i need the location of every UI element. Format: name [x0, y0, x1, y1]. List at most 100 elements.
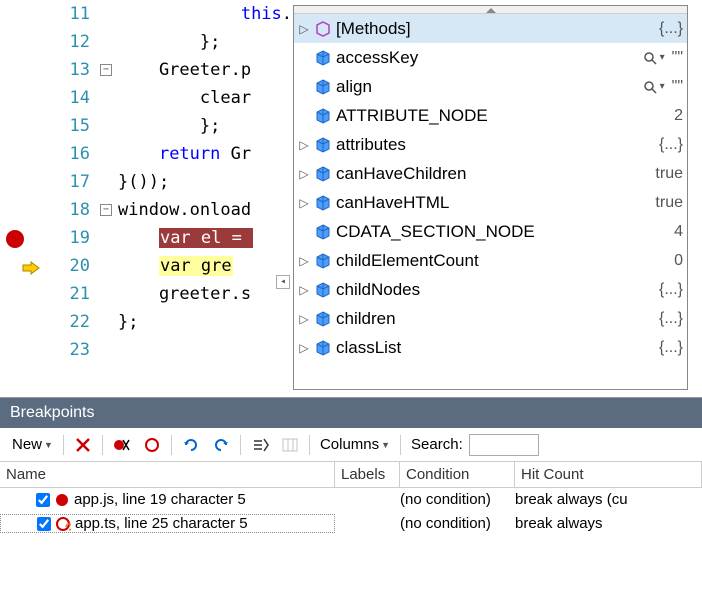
- search-input[interactable]: [469, 434, 539, 456]
- breakpoint-status-icon: [54, 492, 70, 508]
- property-row[interactable]: ▷canHaveChildrentrue: [294, 159, 687, 188]
- code-line[interactable]: window.onload: [118, 200, 251, 220]
- code-line[interactable]: greeter.s: [118, 284, 251, 304]
- code-line[interactable]: this.: [118, 4, 292, 24]
- delete-all-button[interactable]: [107, 434, 137, 456]
- code-line[interactable]: var gre: [118, 256, 233, 276]
- line-number: 20: [70, 256, 90, 276]
- property-row[interactable]: ▷childElementCount0: [294, 246, 687, 275]
- property-icon: [314, 78, 332, 96]
- breakpoint-checkbox[interactable]: [36, 493, 50, 507]
- new-button[interactable]: New▼: [6, 434, 59, 455]
- breakpoint-checkbox[interactable]: [37, 517, 51, 531]
- code-line[interactable]: }());: [118, 172, 169, 192]
- property-row[interactable]: ▷canHaveHTMLtrue: [294, 188, 687, 217]
- property-value: 2: [674, 107, 683, 125]
- popup-body: ▷[Methods]{...}accessKey▾""align▾""ATTRI…: [294, 14, 687, 362]
- code-line[interactable]: return Gr: [118, 144, 251, 164]
- property-name: CDATA_SECTION_NODE: [336, 222, 670, 242]
- popup-scroll-up-icon[interactable]: [294, 6, 687, 14]
- expand-icon[interactable]: ▷: [298, 341, 310, 355]
- redo-button[interactable]: [176, 434, 206, 456]
- intellisense-popup[interactable]: ▷[Methods]{...}accessKey▾""align▾""ATTRI…: [293, 5, 688, 390]
- breakpoint-row[interactable]: app.ts, line 25 character 5(no condition…: [0, 511, 702, 536]
- columns-label: Columns: [320, 436, 379, 453]
- property-row[interactable]: ▷classList{...}: [294, 333, 687, 362]
- goto-source-button[interactable]: [245, 434, 275, 456]
- gutter: 11121314151617181920212223: [0, 0, 100, 397]
- breakpoint-status-icon: [55, 516, 71, 532]
- property-icon: [314, 194, 332, 212]
- separator: [102, 435, 103, 455]
- breakpoints-rows: app.js, line 19 character 5(no condition…: [0, 488, 702, 536]
- property-value: {...}: [659, 136, 683, 154]
- code-line[interactable]: };: [118, 116, 220, 136]
- show-columns-button[interactable]: [275, 434, 305, 456]
- dropdown-icon: ▼: [44, 440, 53, 450]
- code-line[interactable]: };: [118, 312, 138, 332]
- fold-icon[interactable]: −: [100, 204, 112, 216]
- property-value: "": [672, 49, 683, 67]
- expand-icon[interactable]: ▷: [298, 22, 310, 36]
- property-row[interactable]: ▷childNodes{...}: [294, 275, 687, 304]
- breakpoints-toolbar: New▼ Columns▼ Search:: [0, 428, 702, 462]
- col-hitcount-header[interactable]: Hit Count: [515, 462, 702, 487]
- expand-icon[interactable]: ▷: [298, 283, 310, 297]
- expand-icon[interactable]: ▷: [298, 254, 310, 268]
- property-icon: [314, 223, 332, 241]
- toggle-all-button[interactable]: [137, 434, 167, 456]
- property-value: {...}: [659, 20, 683, 38]
- line-number: 18: [70, 200, 90, 220]
- property-icon: [314, 281, 332, 299]
- line-number: 15: [70, 116, 90, 136]
- expand-icon[interactable]: ▷: [298, 312, 310, 326]
- breakpoint-row[interactable]: app.js, line 19 character 5(no condition…: [0, 488, 702, 511]
- delete-button[interactable]: [68, 434, 98, 456]
- property-row[interactable]: ▷children{...}: [294, 304, 687, 333]
- toggle-all-icon: [143, 436, 161, 454]
- property-row[interactable]: ▷attributes{...}: [294, 130, 687, 159]
- property-row[interactable]: align▾"": [294, 72, 687, 101]
- fold-icon[interactable]: −: [100, 64, 112, 76]
- breakpoint-icon[interactable]: [6, 230, 24, 248]
- property-icon: [314, 49, 332, 67]
- undo-icon: [212, 436, 230, 454]
- property-row[interactable]: CDATA_SECTION_NODE4: [294, 217, 687, 246]
- col-name-header[interactable]: Name: [0, 462, 335, 487]
- separator: [63, 435, 64, 455]
- dropdown-icon[interactable]: ▾: [660, 52, 668, 63]
- property-name: canHaveChildren: [336, 164, 651, 184]
- property-value: true: [655, 194, 683, 212]
- code-line[interactable]: };: [118, 32, 220, 52]
- line-number: 14: [70, 88, 90, 108]
- dropdown-icon[interactable]: ▾: [660, 81, 668, 92]
- code-line[interactable]: clear: [118, 88, 251, 108]
- col-labels-header[interactable]: Labels: [335, 462, 400, 487]
- expand-side-icon[interactable]: ◂: [276, 275, 290, 289]
- property-row[interactable]: accessKey▾"": [294, 43, 687, 72]
- property-icon: [314, 165, 332, 183]
- property-name: ATTRIBUTE_NODE: [336, 106, 670, 126]
- property-name: align: [336, 77, 644, 97]
- expand-icon[interactable]: ▷: [298, 196, 310, 210]
- property-name: classList: [336, 338, 655, 358]
- redo-icon: [182, 436, 200, 454]
- line-number: 21: [70, 284, 90, 304]
- property-name: childNodes: [336, 280, 655, 300]
- undo-button[interactable]: [206, 434, 236, 456]
- magnifier-icon[interactable]: [644, 80, 658, 94]
- property-row[interactable]: ▷[Methods]{...}: [294, 14, 687, 43]
- code-line[interactable]: Greeter.p: [118, 60, 251, 80]
- search-label: Search:: [405, 434, 469, 455]
- property-row[interactable]: ATTRIBUTE_NODE2: [294, 101, 687, 130]
- property-icon: [314, 339, 332, 357]
- expand-icon[interactable]: ▷: [298, 138, 310, 152]
- expand-icon[interactable]: ▷: [298, 167, 310, 181]
- breakpoint-condition: (no condition): [400, 515, 515, 532]
- col-condition-header[interactable]: Condition: [400, 462, 515, 487]
- separator: [240, 435, 241, 455]
- code-line[interactable]: var el =: [118, 228, 253, 248]
- magnifier-icon[interactable]: [644, 51, 658, 65]
- property-icon: [314, 252, 332, 270]
- columns-dropdown[interactable]: Columns▼: [314, 434, 396, 455]
